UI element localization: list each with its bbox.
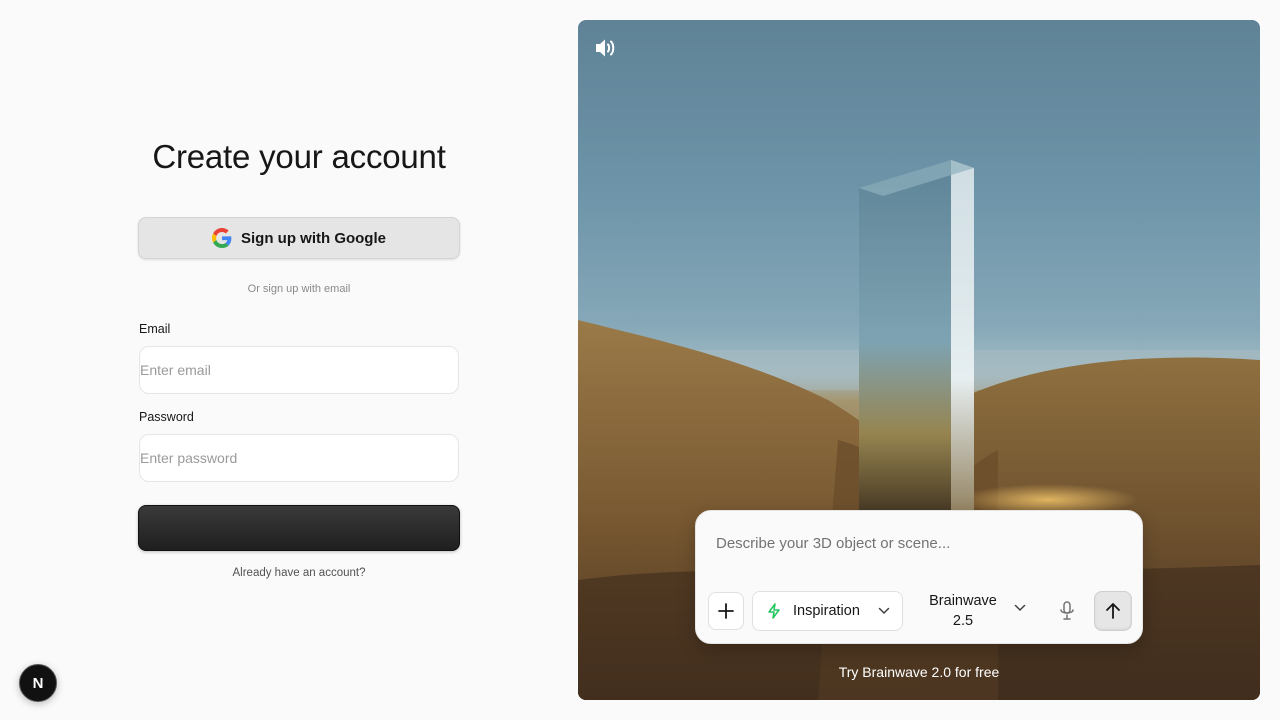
password-label: Password [139,410,194,424]
n-logo-badge[interactable]: N [19,664,57,702]
microphone-icon[interactable] [1058,601,1076,621]
speaker-volume-icon[interactable] [594,37,618,59]
google-signup-button[interactable]: Sign up with Google [138,217,460,259]
signin-link[interactable]: Already have an account? [139,567,459,579]
password-field[interactable] [139,434,459,482]
inspiration-label: Inspiration [793,603,860,619]
email-label: Email [139,322,171,336]
prompt-input[interactable] [716,533,1116,553]
page-title: Create your account [152,138,446,175]
add-attachment-button[interactable] [708,592,744,630]
chevron-down-icon [1014,604,1026,612]
google-icon [212,228,232,248]
plus-icon [718,603,734,619]
create-account-button[interactable] [138,505,460,551]
model-selector[interactable]: Brainwave 2.5 [918,591,1040,631]
email-field[interactable] [139,346,459,394]
arrow-up-icon [1106,603,1120,619]
send-button[interactable] [1094,591,1132,631]
google-signup-label: Sign up with Google [241,229,386,247]
lightning-bolt-icon [768,603,780,619]
inspiration-dropdown[interactable]: Inspiration [752,591,903,631]
prompt-composer: Inspiration Brainwave 2.5 [695,510,1143,644]
hero-panel: Inspiration Brainwave 2.5 Try Brainwave … [578,20,1260,700]
model-label: Brainwave 2.5 [929,593,997,629]
chevron-down-icon [878,607,890,615]
try-brainwave-link[interactable]: Try Brainwave 2.0 for free [578,664,1260,680]
email-divider-text: Or sign up with email [247,283,351,295]
